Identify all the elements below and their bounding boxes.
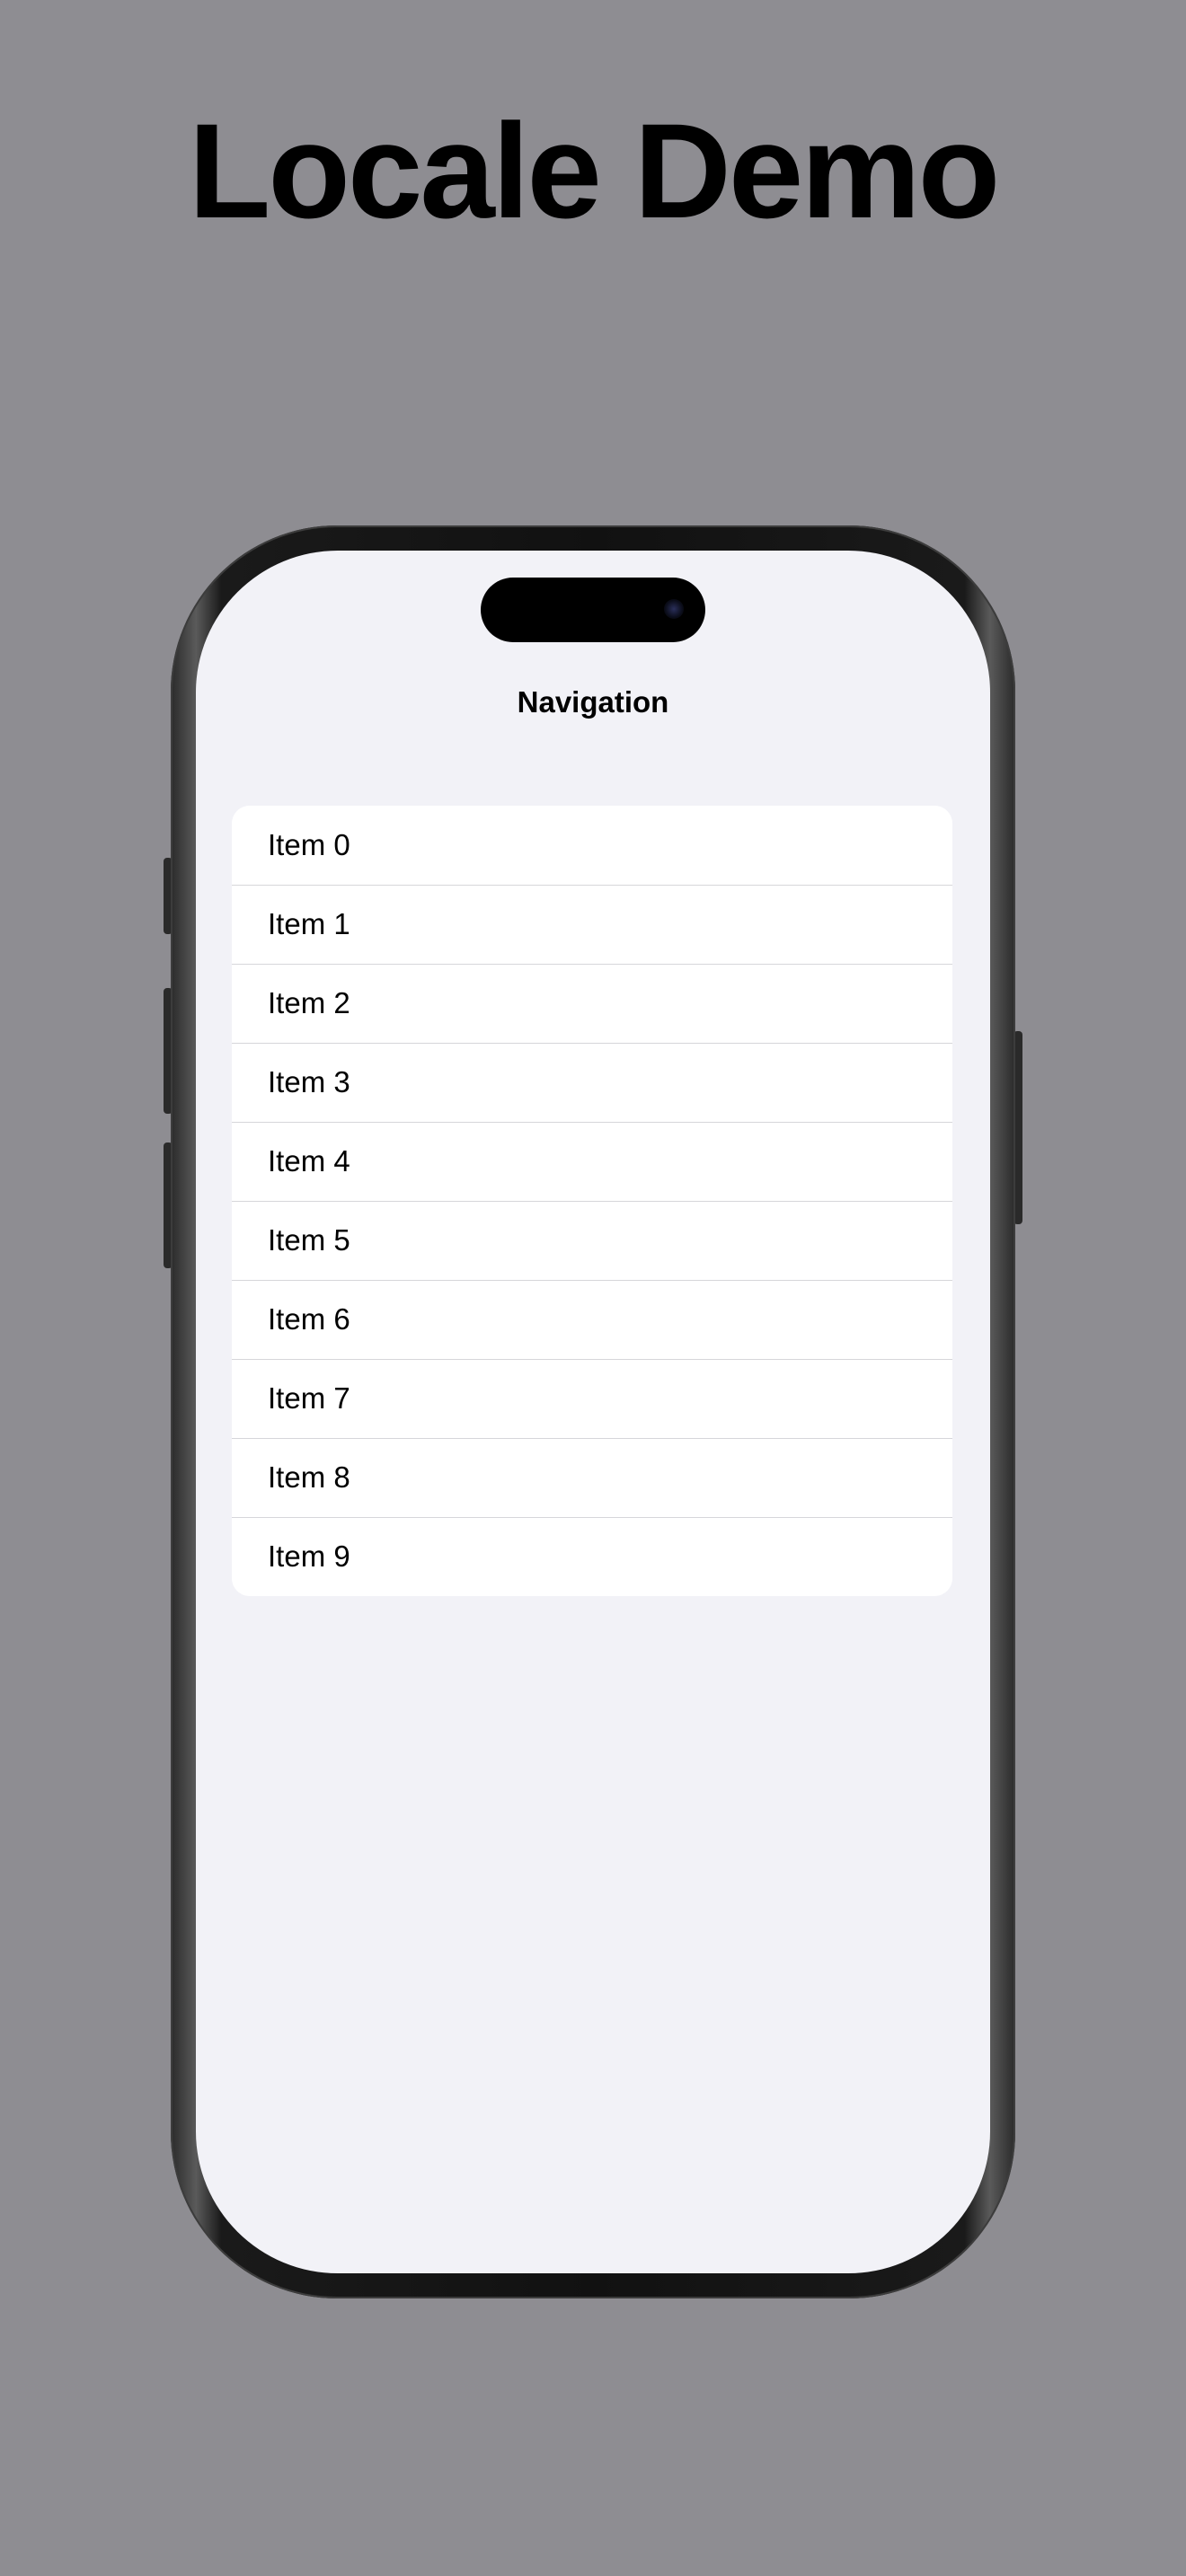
list-item-4[interactable]: Item 4	[232, 1122, 952, 1201]
dynamic-island	[481, 578, 705, 642]
list-item-0[interactable]: Item 0	[232, 806, 952, 885]
list-item-1[interactable]: Item 1	[232, 885, 952, 964]
phone-screen: Navigation Item 0 Item 1 Item 2 Item 3 I…	[196, 551, 990, 2273]
list-item-label: Item 4	[268, 1144, 350, 1178]
navigation-title: Navigation	[517, 685, 669, 719]
list-item-label: Item 6	[268, 1302, 350, 1336]
list-item-label: Item 9	[268, 1539, 350, 1573]
list-item-label: Item 3	[268, 1065, 350, 1098]
camera-icon	[664, 599, 684, 619]
list-item-6[interactable]: Item 6	[232, 1280, 952, 1359]
list-item-5[interactable]: Item 5	[232, 1201, 952, 1280]
list-item-label: Item 5	[268, 1223, 350, 1257]
page-title: Locale Demo	[188, 95, 1001, 246]
list-item-label: Item 0	[268, 828, 350, 861]
list-item-label: Item 7	[268, 1381, 350, 1415]
list-item-8[interactable]: Item 8	[232, 1438, 952, 1517]
list-item-label: Item 1	[268, 907, 350, 940]
list-item-label: Item 8	[268, 1460, 350, 1494]
list-item-9[interactable]: Item 9	[232, 1517, 952, 1596]
list-item-3[interactable]: Item 3	[232, 1043, 952, 1122]
list-item-7[interactable]: Item 7	[232, 1359, 952, 1438]
list-item-label: Item 2	[268, 986, 350, 1019]
list-item-2[interactable]: Item 2	[232, 964, 952, 1043]
item-list: Item 0 Item 1 Item 2 Item 3 Item 4 Item …	[232, 806, 952, 1596]
